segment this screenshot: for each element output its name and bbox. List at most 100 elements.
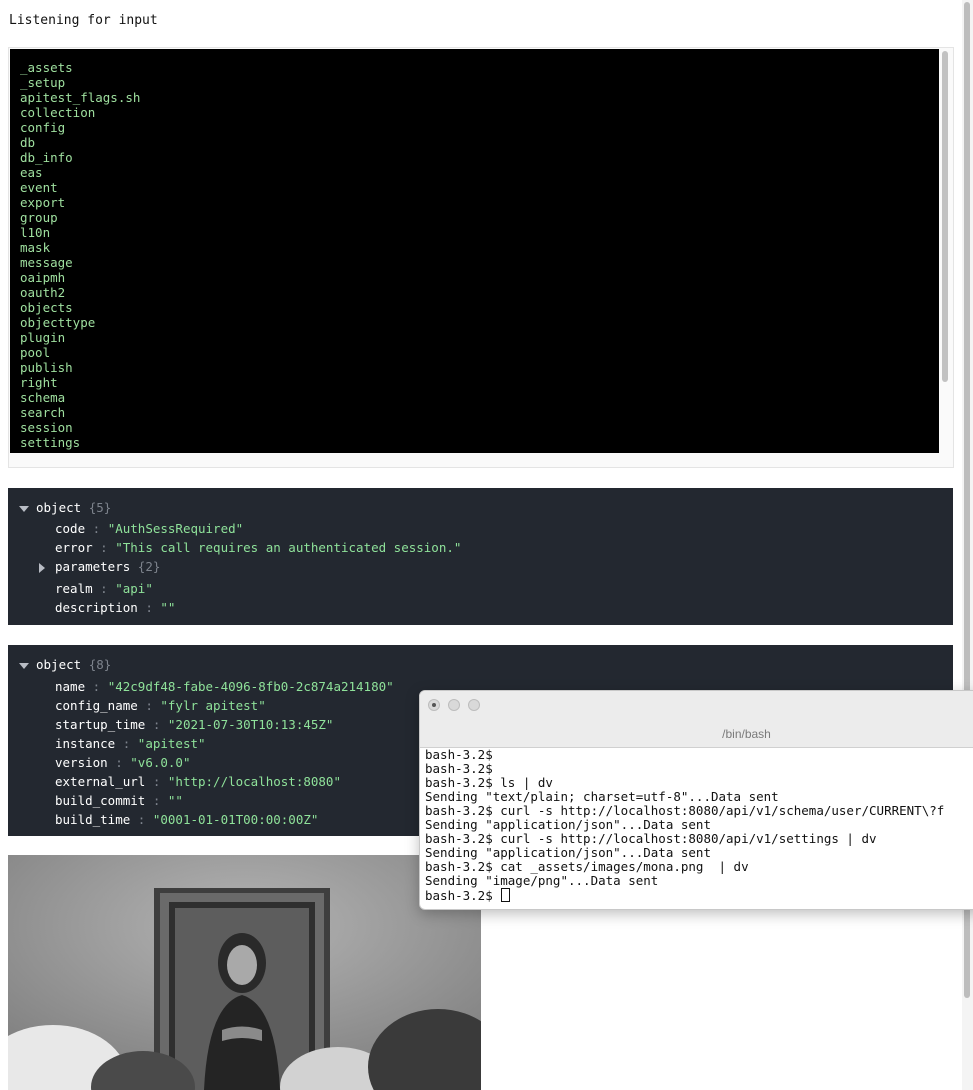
terminal-cursor <box>501 888 511 902</box>
text-output-line: db_info <box>20 150 73 165</box>
json-root-label: object <box>36 657 82 672</box>
json-key: instance <box>55 736 116 751</box>
mona-lisa-image <box>8 855 481 1090</box>
terminal-line: Sending "text/plain; charset=utf-8"...Da… <box>425 790 944 804</box>
json-key: description <box>55 600 138 615</box>
json-value: "api" <box>115 581 153 596</box>
terminal-line: Sending "image/png"...Data sent <box>425 874 944 888</box>
text-output-line: session <box>20 420 73 435</box>
json-value: "v6.0.0" <box>130 755 191 770</box>
text-output-line: pool <box>20 345 51 360</box>
json-row: version : "v6.0.0" <box>55 755 190 770</box>
text-output-line: export <box>20 195 66 210</box>
terminal-line-text: Sending "application/json"...Data sent <box>425 817 711 832</box>
json-key: code <box>55 521 86 536</box>
json-value: "" <box>167 793 183 808</box>
text-output-lines: _assets _setup apitest_flags.sh collection c… <box>10 49 939 450</box>
close-window-icon[interactable] <box>428 699 440 711</box>
terminal-line-text: Sending "text/plain; charset=utf-8"...Da… <box>425 789 779 804</box>
json-colon: : <box>115 736 138 751</box>
json-row: realm : "api" <box>55 581 153 596</box>
terminal-line-text: bash-3.2$ <box>425 888 501 903</box>
terminal-line-text: Sending "application/json"...Data sent <box>425 845 711 860</box>
terminal-line-text: bash-3.2$ curl -s http://localhost:8080/… <box>425 831 877 846</box>
json-viewer-auth-error: object {5} code : "AuthSessRequired" error… <box>8 488 953 625</box>
json-row: build_commit : "" <box>55 793 183 808</box>
terminal-line-text: bash-3.2$ <box>425 747 493 762</box>
text-output-line: publish <box>20 360 73 375</box>
json-row: description : "" <box>55 600 175 615</box>
text-output-line: event <box>20 180 58 195</box>
json-row: error : "This call requires an authentic… <box>55 540 461 555</box>
terminal-line: bash-3.2$ curl -s http://localhost:8080/… <box>425 804 944 818</box>
json-colon: : <box>145 717 168 732</box>
text-output-scroll-thumb[interactable] <box>942 51 948 382</box>
json-root-count: {8} <box>88 657 112 672</box>
text-output-line: l10n <box>20 225 51 240</box>
json-colon: : <box>145 774 168 789</box>
terminal-output[interactable]: bash-3.2$ bash-3.2$ bash-3.2$ ls | dv Sendi… <box>425 748 944 903</box>
text-output-line: db <box>20 135 36 150</box>
json-key: parameters <box>55 559 131 574</box>
json-value: "2021-07-30T10:13:45Z" <box>167 717 334 732</box>
text-output-line: plugin <box>20 330 66 345</box>
caret-right-icon[interactable] <box>39 563 45 573</box>
terminal-line: bash-3.2$ <box>425 888 944 903</box>
page-scrollbar[interactable] <box>962 0 973 1090</box>
terminal-titlebar[interactable]: /bin/bash <box>420 691 973 748</box>
json-key: external_url <box>55 774 146 789</box>
text-output-line: group <box>20 210 58 225</box>
terminal-window[interactable]: /bin/bash bash-3.2$ bash-3.2$ bash-3.2$ ls… <box>419 690 973 910</box>
json-value: "42c9df48-fabe-4096-8fb0-2c874a214180" <box>107 679 394 694</box>
json-value: "0001-01-01T00:00:00Z" <box>152 812 319 827</box>
json-row: instance : "apitest" <box>55 736 206 751</box>
json-row: name : "42c9df48-fabe-4096-8fb0-2c874a21… <box>55 679 394 694</box>
text-output-line: oaipmh <box>20 270 66 285</box>
terminal-line: bash-3.2$ <box>425 748 944 762</box>
minimize-window-icon[interactable] <box>448 699 460 711</box>
json-row: config_name : "fylr apitest" <box>55 698 266 713</box>
json-root-toggle[interactable]: object {5} <box>19 500 111 515</box>
json-value: "This call requires an authenticated ses… <box>115 540 462 555</box>
text-output-line: config <box>20 120 66 135</box>
terminal-line-text: bash-3.2$ curl -s http://localhost:8080/… <box>425 803 945 818</box>
json-key: name <box>55 679 86 694</box>
json-key: config_name <box>55 698 138 713</box>
json-colon: : <box>92 540 116 555</box>
json-colon: : <box>92 581 116 596</box>
json-root-label: object <box>36 500 82 515</box>
terminal-line-text: Sending "image/png"...Data sent <box>425 873 659 888</box>
terminal-line-text: bash-3.2$ <box>425 761 493 776</box>
terminal-line: bash-3.2$ curl -s http://localhost:8080/… <box>425 832 944 846</box>
json-value: "" <box>160 600 176 615</box>
caret-down-icon[interactable] <box>19 505 29 512</box>
text-output-line: collection <box>20 105 96 120</box>
json-root-toggle[interactable]: object {8} <box>19 657 111 672</box>
zoom-window-icon[interactable] <box>468 699 480 711</box>
text-output-block[interactable]: _assets _setup apitest_flags.sh collection c… <box>10 49 939 453</box>
text-output-line: eas <box>20 165 43 180</box>
json-key: build_time <box>55 812 131 827</box>
text-output-panel: _assets _setup apitest_flags.sh collection c… <box>8 47 954 468</box>
json-colon: : <box>85 679 108 694</box>
json-row: build_time : "0001-01-01T00:00:00Z" <box>55 812 318 827</box>
text-output-line: objects <box>20 300 73 315</box>
json-key: build_commit <box>55 793 146 808</box>
json-value: "AuthSessRequired" <box>107 521 244 536</box>
json-colon: : <box>130 812 153 827</box>
text-output-line: settings <box>20 435 81 450</box>
output-page: Listening for input _assets _setup apitest… <box>0 0 973 1090</box>
text-output-line: search <box>20 405 66 420</box>
json-value: "http://localhost:8080" <box>167 774 341 789</box>
json-key: realm <box>55 581 93 596</box>
caret-down-icon[interactable] <box>19 662 29 669</box>
status-text: Listening for input <box>9 13 158 28</box>
text-output-line: objecttype <box>20 315 96 330</box>
json-row: external_url : "http://localhost:8080" <box>55 774 341 789</box>
text-output-scrollbar[interactable] <box>941 51 949 449</box>
json-row[interactable]: parameters {2} <box>55 559 160 574</box>
terminal-line-text: bash-3.2$ cat _assets/images/mona.png | … <box>425 859 749 874</box>
text-output-line: apitest_flags.sh <box>20 90 141 105</box>
json-count: {2} <box>137 559 161 574</box>
text-output-line: mask <box>20 240 51 255</box>
